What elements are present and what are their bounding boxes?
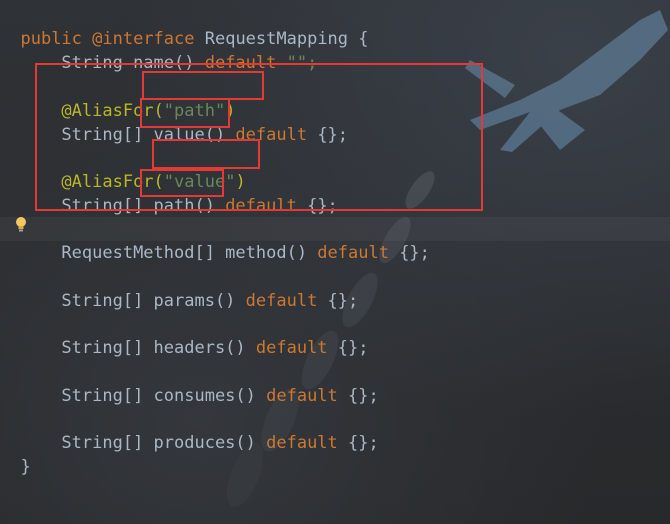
default-value: {}; [317,291,359,311]
keyword-default: default [317,243,389,263]
keyword-default: default [266,433,338,453]
keyword-default: default [266,386,338,406]
code-line-8[interactable]: String[] params() default {}; [0,265,358,311]
value-string-highlight [152,139,260,169]
method-method: RequestMethod[] method() [20,243,318,263]
code-line-9[interactable]: String[] headers() default {}; [0,312,368,358]
produces-method: String[] produces() [20,433,267,453]
default-value: {}; [388,243,430,263]
code-line-12[interactable]: } [0,431,30,477]
closing-brace: } [20,457,31,477]
keyword-default: default [245,291,318,311]
default-value: {}; [337,386,379,406]
keyword-default: default [255,338,328,358]
code-line-1[interactable]: public @interface RequestMapping { [0,3,368,49]
params-method: String[] params() [20,291,246,311]
default-value: {}; [337,433,379,453]
headers-method: String[] headers() [20,338,256,358]
default-value: {}; [327,338,369,358]
code-line-7[interactable]: RequestMethod[] method() default {}; [0,217,670,263]
path-string-highlight [142,71,264,100]
code-line-11[interactable]: String[] produces() default {}; [0,407,378,453]
code-line-10[interactable]: String[] consumes() default {}; [0,360,378,406]
consumes-method: String[] consumes() [20,386,267,406]
path-method-highlight [140,169,224,197]
code-line-2[interactable]: String name() default ""; [0,27,317,73]
value-method-highlight [140,98,230,128]
